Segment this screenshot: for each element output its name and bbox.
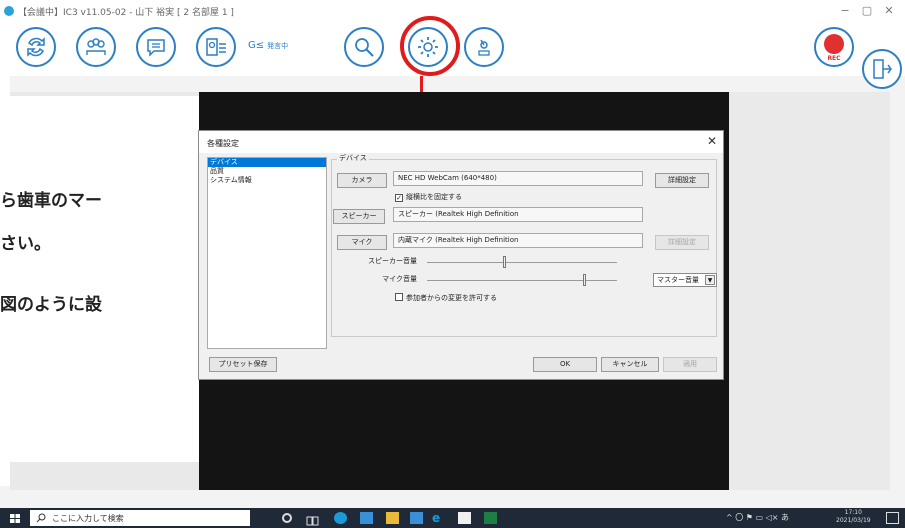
participants-button[interactable]	[76, 27, 116, 67]
camera-detail-button[interactable]: 詳細設定	[655, 173, 709, 188]
cancel-button[interactable]: キャンセル	[601, 357, 659, 372]
internet-explorer-icon[interactable]: e	[432, 512, 445, 524]
aspect-ratio-check-mark: ✓	[395, 194, 403, 202]
device-group-label: デバイス	[337, 153, 369, 163]
window-title: 【会議中】IC3 v11.05-02 - 山下 裕実 [ 2 名部屋 1 ]	[18, 8, 234, 18]
clock-time: 17:10	[844, 509, 862, 516]
notification-icon[interactable]	[886, 512, 899, 524]
member-card-icon	[206, 38, 226, 56]
category-list: デバイス 品質 システム情報	[207, 157, 327, 349]
excel-icon[interactable]	[484, 512, 497, 524]
taskbar-search-placeholder: ここに入力して検索	[52, 514, 124, 523]
right-panel	[730, 92, 890, 490]
instruction-line-3: 図のように設	[0, 295, 102, 315]
file-explorer-icon[interactable]	[386, 512, 399, 524]
group-icon	[86, 38, 106, 55]
instruction-panel: ら歯車のマー さい。 図のように設	[0, 96, 199, 462]
category-item-device[interactable]: デバイス	[208, 158, 326, 167]
speaking-icon-text: G≤	[248, 40, 265, 51]
allow-changes-box	[395, 293, 403, 301]
dialog-title-bar: 各種設定 ✕	[199, 131, 723, 153]
camera-control-icon	[478, 39, 490, 56]
mic-volume-label: マイク音量	[382, 275, 417, 283]
speaking-indicator: G≤ 発言中	[248, 40, 288, 51]
app-icon	[4, 6, 14, 16]
ic3-app-icon[interactable]	[458, 512, 471, 524]
ok-button[interactable]: OK	[533, 357, 597, 372]
windows-start-icon[interactable]	[10, 514, 20, 523]
magnifier-icon	[355, 38, 374, 57]
mic-detail-button[interactable]: 詳細設定	[655, 235, 709, 250]
member-list-button[interactable]	[196, 27, 236, 67]
chevron-down-icon: ▼	[705, 275, 715, 285]
taskbar-search-box[interactable]: ここに入力して検索	[30, 510, 250, 526]
maximize-button[interactable]: ▢	[858, 3, 876, 19]
speaker-volume-label: スピーカー音量	[368, 257, 417, 265]
minimize-button[interactable]: −	[836, 3, 854, 19]
record-button[interactable]: REC	[814, 27, 854, 67]
mic-volume-track	[427, 280, 617, 281]
annotation-highlight-circle	[400, 16, 460, 76]
speech-bubble-icon	[147, 39, 165, 57]
dialog-title: 各種設定	[207, 139, 239, 148]
calendar-app-icon[interactable]	[360, 512, 373, 524]
speaker-volume-track	[427, 262, 617, 263]
mic-button[interactable]: マイク	[337, 235, 387, 250]
aspect-ratio-checkbox[interactable]: ✓ 縦横比を固定する	[395, 192, 462, 202]
master-volume-select[interactable]: マスター音量 ▼	[653, 273, 717, 287]
speaker-button[interactable]: スピーカー	[333, 209, 385, 224]
apply-button[interactable]: 適用	[663, 357, 717, 372]
close-button[interactable]: ✕	[880, 3, 898, 19]
edge-browser-icon[interactable]	[334, 512, 347, 524]
title-bar: 【会議中】IC3 v11.05-02 - 山下 裕実 [ 2 名部屋 1 ] −…	[0, 0, 905, 22]
preset-save-button[interactable]: プリセット保存	[209, 357, 277, 372]
screen: 【会議中】IC3 v11.05-02 - 山下 裕実 [ 2 名部屋 1 ] −…	[0, 0, 905, 528]
instruction-line-1: ら歯車のマー	[0, 191, 102, 211]
speaking-label: 発言中	[267, 42, 289, 50]
record-dot-icon	[824, 34, 844, 54]
taskbar: ここに入力して検索 e ^ 〇 ⚑ ▭ ◁× あ 17:10 2021/03/19	[0, 508, 905, 528]
search-icon	[36, 513, 46, 523]
taskbar-clock[interactable]: 17:10 2021/03/19	[836, 509, 871, 525]
master-volume-value: マスター音量	[657, 276, 699, 284]
exit-button[interactable]	[862, 49, 902, 89]
speaker-volume-slider[interactable]	[503, 256, 506, 268]
chat-button[interactable]	[136, 27, 176, 67]
search-button[interactable]	[344, 27, 384, 67]
category-item-quality[interactable]: 品質	[208, 167, 326, 176]
exit-door-icon	[873, 59, 892, 79]
clock-date: 2021/03/19	[836, 517, 871, 524]
record-label: REC	[827, 55, 841, 62]
category-item-system-info[interactable]: システム情報	[208, 176, 326, 185]
aspect-ratio-label: 縦横比を固定する	[406, 193, 462, 201]
rotate-arrows-icon	[27, 37, 45, 57]
screen-switch-button[interactable]	[16, 27, 56, 67]
allow-changes-label: 参加者からの変更を許可する	[406, 294, 497, 302]
instruction-line-2: さい。	[0, 234, 51, 254]
remote-camera-button[interactable]	[464, 27, 504, 67]
camera-field[interactable]: NEC HD WebCam (640*480)	[393, 171, 643, 186]
allow-participant-changes-checkbox[interactable]: 参加者からの変更を許可する	[395, 293, 497, 303]
task-view-icon[interactable]	[306, 512, 319, 526]
settings-dialog: 各種設定 ✕ デバイス 品質 システム情報 デバイス カメラ NEC HD We…	[198, 130, 724, 380]
mic-field[interactable]: 内蔵マイク (Realtek High Definition	[393, 233, 643, 248]
mic-volume-slider[interactable]	[582, 274, 586, 286]
speaker-field[interactable]: スピーカー (Realtek High Definition	[393, 207, 643, 222]
system-tray[interactable]: ^ 〇 ⚑ ▭ ◁× あ	[726, 512, 789, 523]
cortana-icon[interactable]	[282, 513, 292, 523]
camera-button[interactable]: カメラ	[337, 173, 387, 188]
dialog-close-button[interactable]: ✕	[707, 134, 717, 148]
mail-app-icon[interactable]	[410, 512, 423, 524]
